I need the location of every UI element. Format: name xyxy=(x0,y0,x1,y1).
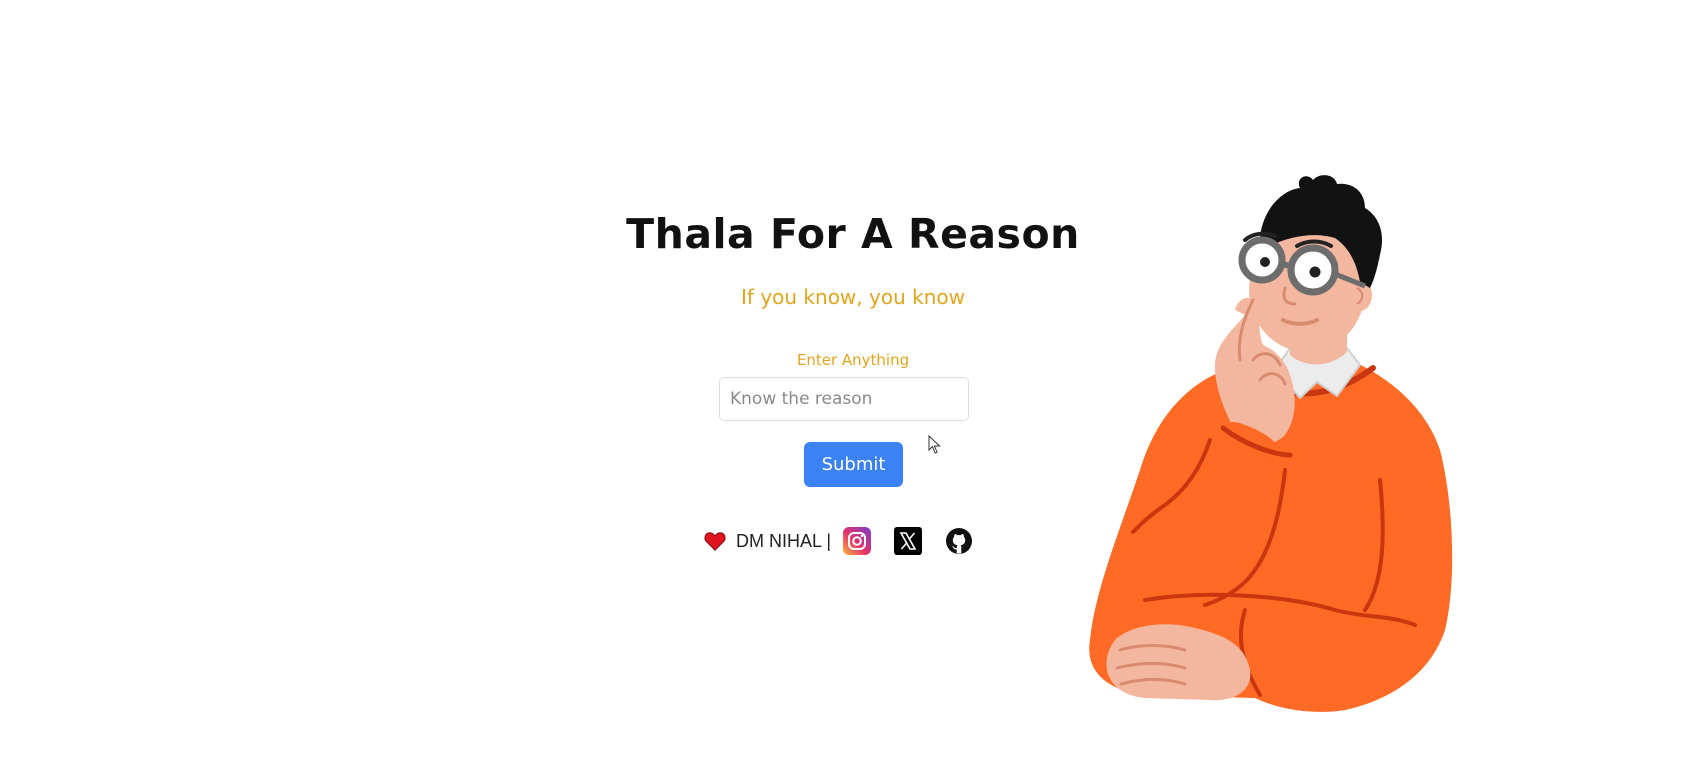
github-icon[interactable] xyxy=(945,527,973,555)
x-icon[interactable] xyxy=(894,527,923,555)
heart-icon xyxy=(704,532,726,551)
footer: DM NIHAL | xyxy=(704,526,996,556)
thinking-man-illustration xyxy=(1089,175,1453,712)
page: Thala For A Reason If you know, you know… xyxy=(0,0,1696,768)
author-name: DM NIHAL | xyxy=(736,530,832,551)
instagram-icon[interactable] xyxy=(843,527,872,555)
reason-input[interactable] xyxy=(719,377,969,421)
mouse-cursor-icon xyxy=(928,435,941,454)
submit-button[interactable]: Submit xyxy=(804,442,903,487)
